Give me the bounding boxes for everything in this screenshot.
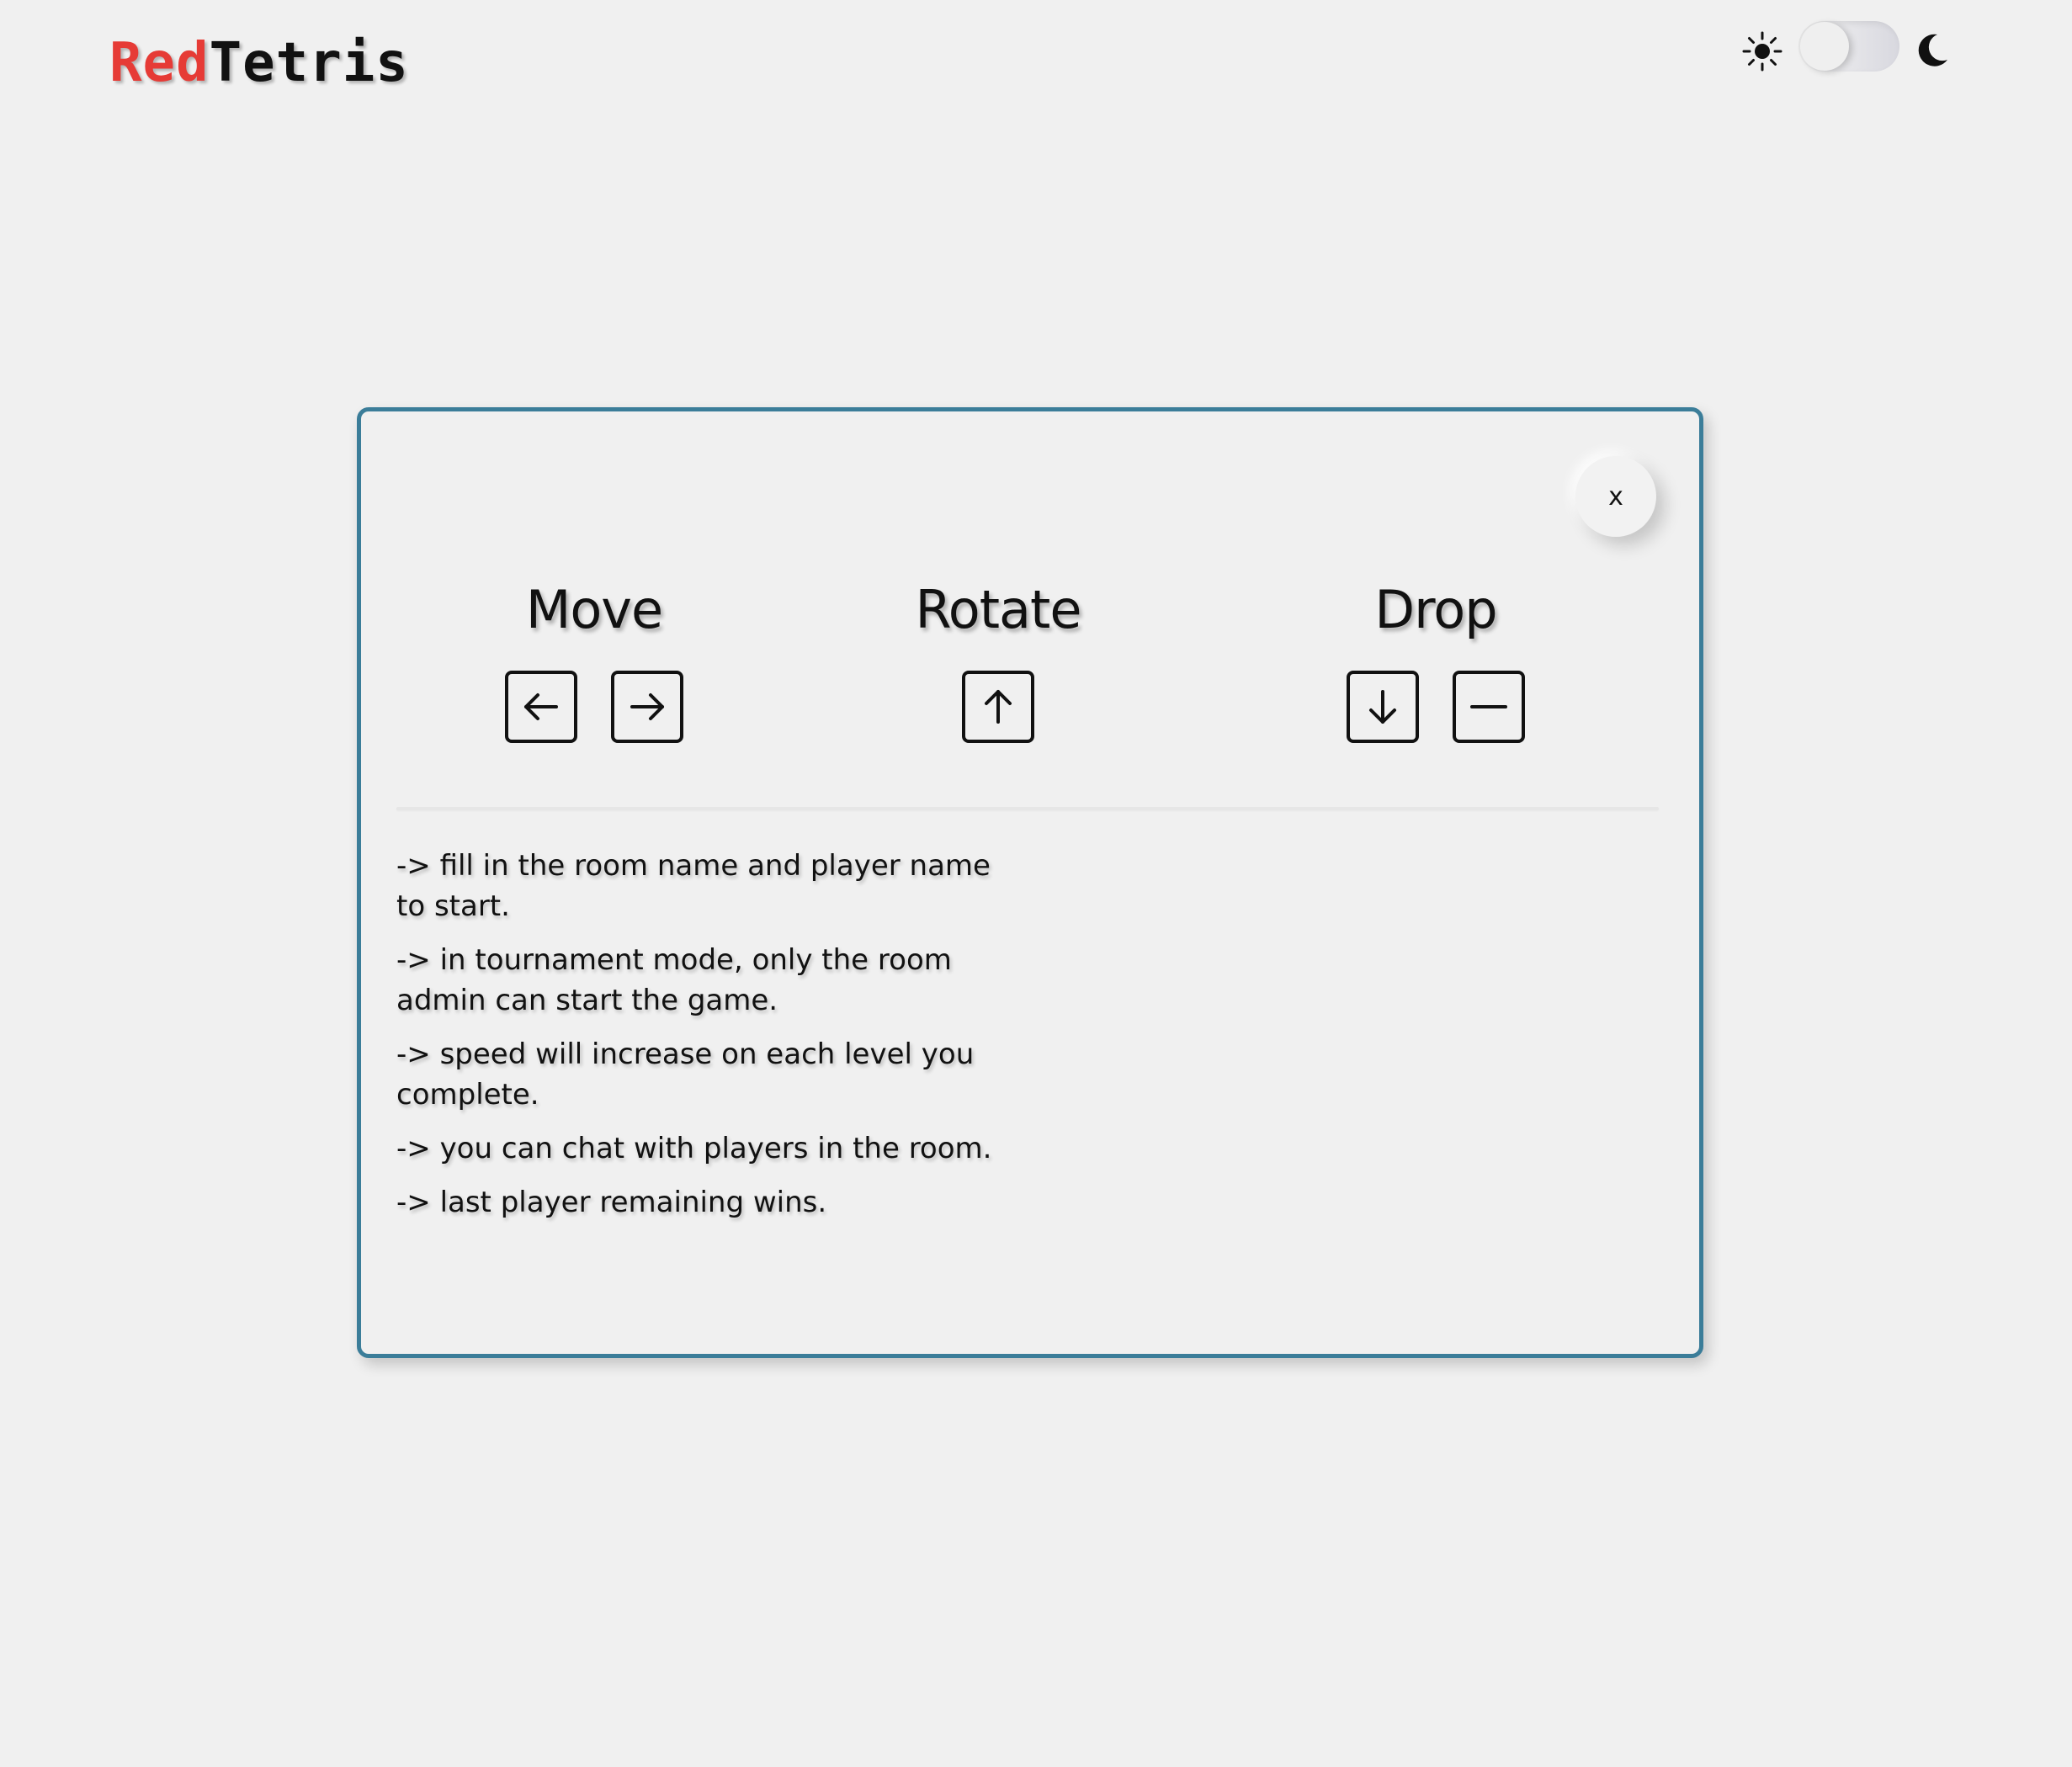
right-key (611, 671, 683, 743)
rule-item: -> you can chat with players in the room… (396, 1132, 992, 1165)
theme-toggle (1738, 19, 1957, 86)
rotate-keys (908, 671, 1088, 743)
move-keys (504, 671, 684, 743)
logo-dark-part: Tetris (209, 32, 409, 94)
rotate-control: Rotate (908, 580, 1088, 743)
drop-title: Drop (1374, 579, 1497, 640)
rule-item: -> speed will increase on each level you… (396, 1037, 975, 1112)
theme-switch[interactable] (1798, 21, 1899, 72)
rules-list: -> fill in the room name and player name… (396, 846, 1019, 1236)
drop-control: Drop (1346, 580, 1526, 743)
rule-item: -> fill in the room name and player name… (396, 849, 991, 923)
theme-switch-knob[interactable] (1800, 22, 1849, 71)
down-key (1347, 671, 1419, 743)
space-key (1453, 671, 1525, 743)
drop-keys (1346, 671, 1526, 743)
up-key (962, 671, 1034, 743)
move-control: Move (504, 580, 684, 743)
arrow-right-icon (630, 693, 664, 720)
controls-section: Move Rotate Drop (361, 411, 1699, 799)
rule-item: -> in tournament mode, only the room adm… (396, 943, 952, 1017)
sun-icon (1742, 31, 1782, 72)
space-bar-icon (1470, 705, 1507, 708)
arrow-up-icon (985, 690, 1012, 724)
controls-modal: x Move Rotate Drop -> fill in the room n… (357, 407, 1703, 1358)
arrow-down-icon (1369, 690, 1396, 724)
logo-red-part: Red (109, 32, 210, 94)
rotate-title: Rotate (915, 579, 1082, 640)
rule-item: -> last player remaining wins. (396, 1186, 827, 1219)
left-key (505, 671, 577, 743)
app-logo[interactable]: RedTetris (109, 32, 409, 94)
move-title: Move (525, 579, 663, 640)
moon-icon (1918, 34, 1947, 66)
divider (396, 807, 1659, 810)
arrow-left-icon (524, 693, 558, 720)
